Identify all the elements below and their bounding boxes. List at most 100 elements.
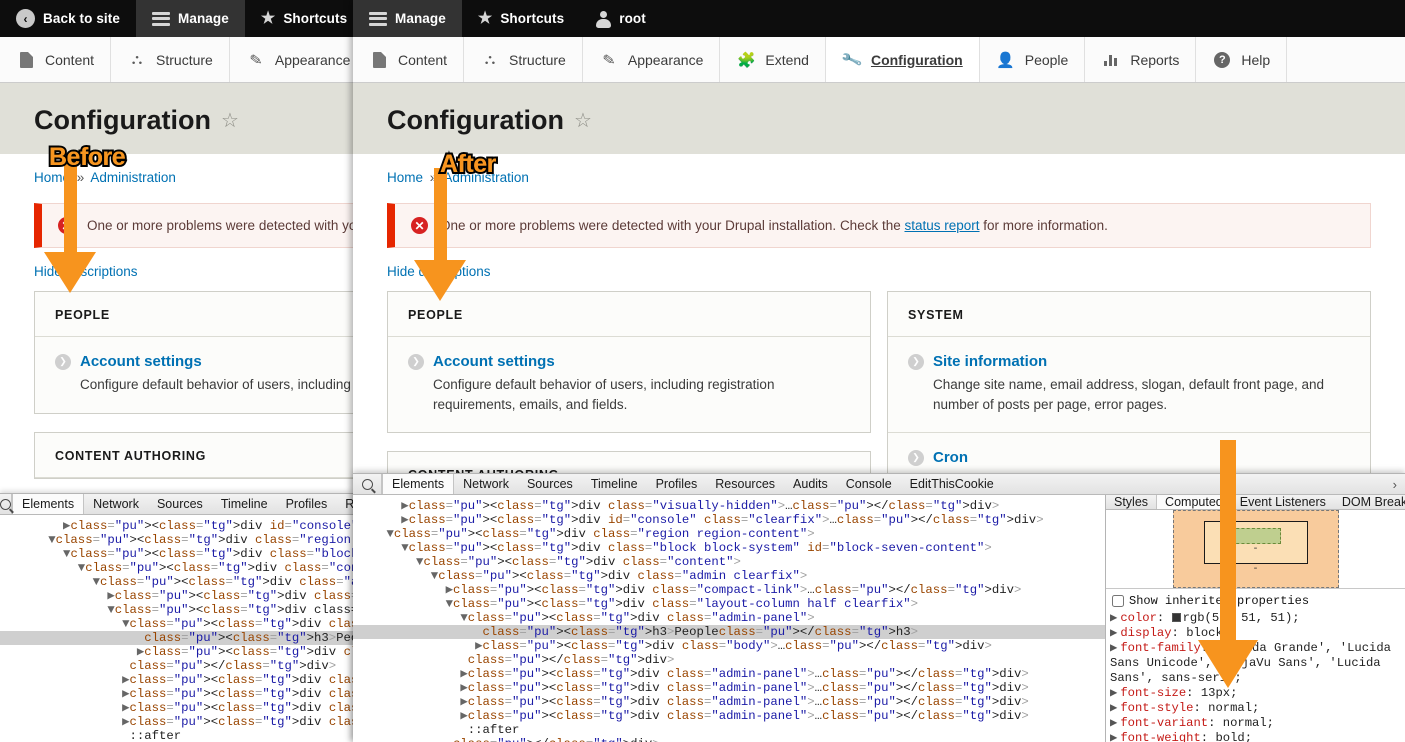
toolbar-user-tab-after[interactable]: root bbox=[580, 0, 662, 37]
dom-node-line[interactable]: ▶class="pu"><class="tg">div class="compa… bbox=[0, 589, 353, 603]
devtools-tab-elements[interactable]: Elements bbox=[382, 474, 455, 494]
menu-item-structure[interactable]: ⛬ Structure bbox=[464, 37, 583, 82]
menu-item-extend[interactable]: 🧩 Extend bbox=[720, 37, 826, 82]
favorite-star-icon[interactable]: ☆ bbox=[574, 108, 592, 133]
dom-node-line[interactable]: ▼class="pu"><class="tg">div class="admin… bbox=[353, 569, 1105, 583]
panel-item-link[interactable]: Account settings bbox=[80, 353, 202, 370]
show-inherited-checkbox[interactable] bbox=[1112, 595, 1124, 607]
dom-node-line[interactable]: ▶class="pu"><class="tg">div class="admin… bbox=[353, 667, 1105, 681]
breadcrumb-current-link[interactable]: Administration bbox=[90, 170, 176, 185]
dom-node-line[interactable]: ▼class="pu"><class="tg">div class="admin… bbox=[0, 575, 353, 589]
dom-node-line[interactable]: ▶class="pu"><class="tg">div class="visua… bbox=[353, 499, 1105, 513]
chevron-right-icon[interactable]: › bbox=[1385, 474, 1405, 494]
toolbar-manage-tab-after[interactable]: Manage bbox=[353, 0, 462, 37]
toolbar-back-to-site[interactable]: ‹ Back to site bbox=[0, 0, 136, 37]
computed-property-row[interactable]: ▶ font-weight: bold; bbox=[1110, 731, 1401, 742]
breadcrumb-home-link[interactable]: Home bbox=[34, 170, 70, 185]
panel-item-link[interactable]: Cron bbox=[933, 449, 968, 466]
dom-node-line[interactable]: ▼class="pu"><class="tg">div class="block… bbox=[0, 547, 353, 561]
computed-property-row[interactable]: ▶ font-family: 'Lucida Grande', 'Lucida S… bbox=[1110, 641, 1401, 686]
devtools-search-button[interactable] bbox=[0, 494, 12, 514]
dom-node-line[interactable]: class="pu"></class="tg">div> bbox=[353, 653, 1105, 667]
dom-node-line[interactable]: ▶class="pu"><class="tg">div class="body"… bbox=[353, 639, 1105, 653]
devtools-tab-elements[interactable]: Elements bbox=[12, 494, 85, 514]
dom-node-line[interactable]: ▼class="pu"><class="tg">div class="regio… bbox=[353, 527, 1105, 541]
dom-node-line[interactable]: ▼class="pu"><class="tg">div class="block… bbox=[353, 541, 1105, 555]
favorite-star-icon[interactable]: ☆ bbox=[221, 108, 239, 133]
computed-property-row[interactable]: ▶ font-variant: normal; bbox=[1110, 716, 1401, 731]
devtools-tab-console[interactable]: Console bbox=[837, 474, 901, 494]
devtools-tab-editthiscookie[interactable]: EditThisCookie bbox=[901, 474, 1003, 494]
panel-item-link[interactable]: Site information bbox=[933, 353, 1047, 370]
devtools-tab-network[interactable]: Network bbox=[84, 494, 148, 514]
dom-node-line[interactable]: ▶class="pu"><class="tg">div id="console"… bbox=[353, 513, 1105, 527]
breadcrumb-current-link[interactable]: Administration bbox=[443, 170, 529, 185]
dom-node-line[interactable]: ▶class="pu"><class="tg">div id="console"… bbox=[0, 519, 353, 533]
toolbar-shortcuts-tab-after[interactable]: ★ Shortcuts bbox=[462, 0, 580, 37]
dom-node-line[interactable]: class="pu"><class="tg">h3>Peopleclass="p… bbox=[353, 625, 1105, 639]
dom-node-line[interactable]: ▶class="pu"><class="tg">div class="admin… bbox=[0, 701, 353, 715]
toolbar-manage-tab[interactable]: Manage bbox=[135, 0, 245, 37]
box-model-border[interactable]: - bbox=[1203, 521, 1308, 564]
dom-node-line[interactable]: ▶class="pu"><class="tg">div class="admin… bbox=[0, 673, 353, 687]
dom-node-line[interactable]: ▼class="pu"><class="tg">div class="layou… bbox=[353, 597, 1105, 611]
dom-node-line[interactable]: ▶class="pu"><class="tg">div class="admin… bbox=[0, 715, 353, 729]
status-report-link[interactable]: status report bbox=[904, 218, 979, 233]
menu-item-reports[interactable]: Reports bbox=[1085, 37, 1197, 82]
dom-node-line[interactable]: ▼class="pu"><class="tg">div class="admin… bbox=[353, 611, 1105, 625]
computed-property-row[interactable]: ▶ color: rgb(51, 51, 51); bbox=[1110, 611, 1401, 626]
dom-node-line[interactable]: class="pu"><class="tg">h3>Peopleclass="p… bbox=[0, 631, 353, 645]
devtools-tab-timeline[interactable]: Timeline bbox=[582, 474, 647, 494]
dom-node-line[interactable]: ▼class="pu"><class="tg">div class="layou… bbox=[0, 603, 353, 617]
menu-item-help[interactable]: ? Help bbox=[1196, 37, 1288, 82]
menu-item-structure[interactable]: ⛬ Structure bbox=[111, 37, 230, 82]
toolbar-shortcuts-tab[interactable]: ★ Shortcuts bbox=[245, 0, 363, 37]
devtools-tab-sources[interactable]: Sources bbox=[518, 474, 582, 494]
dom-node-line[interactable]: ▼class="pu"><class="tg">div class="regio… bbox=[0, 533, 353, 547]
devtools-search-button[interactable] bbox=[353, 474, 382, 494]
dom-tree-before[interactable]: ▶class="pu"><class="tg">div id="console"… bbox=[0, 515, 353, 742]
panel-item-link[interactable]: Account settings bbox=[433, 353, 555, 370]
dom-node-line[interactable]: ▼class="pu"><class="tg">div class="admin… bbox=[0, 617, 353, 631]
styles-tab-styles[interactable]: Styles bbox=[1106, 495, 1156, 509]
computed-property-row[interactable]: ▶ font-style: normal; bbox=[1110, 701, 1401, 716]
dom-node-line[interactable]: ▶class="pu"><class="tg">div class="body"… bbox=[0, 645, 353, 659]
devtools-tab-audits[interactable]: Audits bbox=[784, 474, 837, 494]
dom-node-line[interactable]: ▶class="pu"><class="tg">div class="admin… bbox=[0, 687, 353, 701]
hide-descriptions-link-after[interactable]: Hide descriptions bbox=[353, 248, 1405, 291]
menu-item-people[interactable]: 👤 People bbox=[980, 37, 1086, 82]
styles-tab-event-listeners[interactable]: Event Listeners bbox=[1232, 495, 1334, 509]
computed-property-row[interactable]: ▶ display: block; bbox=[1110, 626, 1401, 641]
dom-node-line[interactable]: ▶class="pu"><class="tg">div class="admin… bbox=[353, 681, 1105, 695]
admin-panel-people: PEOPLE ❯ Account settings Configure defa… bbox=[387, 291, 871, 434]
menu-item-appearance[interactable]: ✎ Appearance bbox=[583, 37, 721, 82]
dom-node-line[interactable]: ▶class="pu"><class="tg">div class="compa… bbox=[353, 583, 1105, 597]
computed-property-row[interactable]: ▶ font-size: 13px; bbox=[1110, 686, 1401, 701]
menu-item-appearance[interactable]: ✎ Appearance bbox=[230, 37, 368, 82]
dom-node-line[interactable]: ▶class="pu"><class="tg">div class="admin… bbox=[353, 709, 1105, 723]
dom-node-line[interactable]: ::after bbox=[353, 723, 1105, 737]
box-model-padding[interactable] bbox=[1230, 528, 1281, 544]
menu-item-content[interactable]: Content bbox=[353, 37, 465, 82]
devtools-tab-profiles[interactable]: Profiles bbox=[277, 494, 337, 514]
devtools-tab-profiles[interactable]: Profiles bbox=[647, 474, 707, 494]
dom-node-line[interactable]: ▼class="pu"><class="tg">div class="conte… bbox=[0, 561, 353, 575]
styles-tab-computed[interactable]: Computed bbox=[1156, 495, 1232, 509]
dom-node-line[interactable]: ▼class="pu"><class="tg">div class="conte… bbox=[353, 555, 1105, 569]
dom-node-line[interactable]: ::after bbox=[0, 729, 353, 742]
dom-node-line[interactable]: class="pu"></class="tg">div> bbox=[353, 737, 1105, 742]
dom-node-line[interactable]: ▶class="pu"><class="tg">div class="admin… bbox=[353, 695, 1105, 709]
devtools-tab-resources[interactable]: Resources bbox=[706, 474, 784, 494]
box-model-margin[interactable]: - - bbox=[1172, 510, 1339, 588]
devtools-tab-sources[interactable]: Sources bbox=[148, 494, 212, 514]
menu-item-content[interactable]: Content bbox=[0, 37, 112, 82]
dom-tree-after[interactable]: ▶class="pu"><class="tg">div class="visua… bbox=[353, 495, 1105, 742]
devtools-tab-network[interactable]: Network bbox=[454, 474, 518, 494]
styles-tab-dom-breakpoints[interactable]: DOM Breakp bbox=[1334, 495, 1405, 509]
menu-item-configuration[interactable]: 🔧 Configuration bbox=[825, 37, 980, 82]
breadcrumb-home-link[interactable]: Home bbox=[387, 170, 423, 185]
devtools-tab-timeline[interactable]: Timeline bbox=[212, 494, 277, 514]
dom-node-line[interactable]: class="pu"></class="tg">div> bbox=[0, 659, 353, 673]
show-inherited-checkbox-row[interactable]: Show inherited properties bbox=[1106, 589, 1405, 611]
computed-properties-list[interactable]: ▶ color: rgb(51, 51, 51); ▶ display: block;… bbox=[1106, 611, 1405, 742]
